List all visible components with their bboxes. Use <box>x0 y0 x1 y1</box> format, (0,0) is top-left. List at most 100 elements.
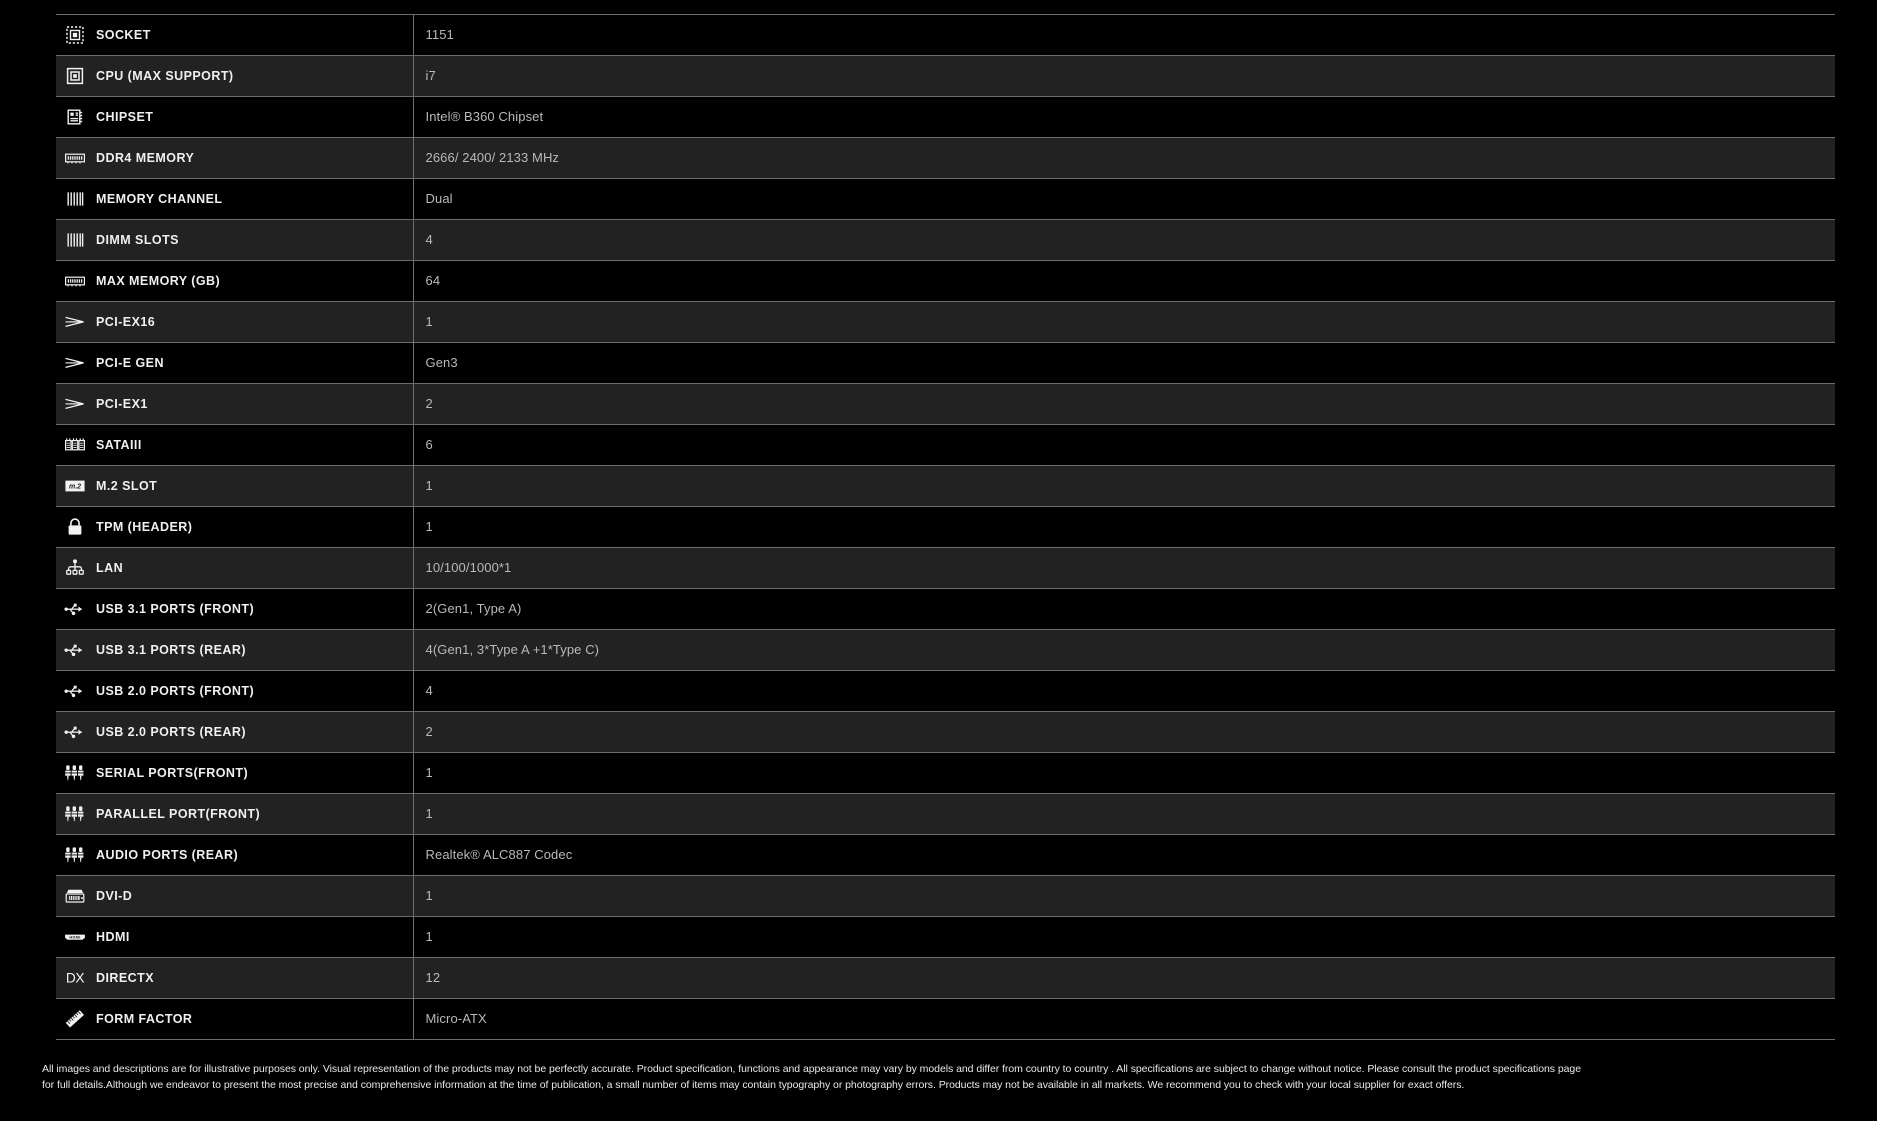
svg-text:DX: DX <box>66 971 84 986</box>
spec-label-group: PCI-E GEN <box>64 344 413 383</box>
spec-label-cell: PCI-E GEN <box>56 342 414 384</box>
table-row: PARALLEL PORT(FRONT) 1 <box>56 793 1835 835</box>
spec-label-group: DIMM SLOTS <box>64 221 413 260</box>
spec-value-cell: Gen3 <box>413 342 1835 384</box>
spec-label-group: SOCKET <box>64 16 413 55</box>
table-row: USB 2.0 PORTS (FRONT) 4 <box>56 670 1835 712</box>
spec-value-cell: Intel® B360 Chipset <box>413 96 1835 138</box>
spec-label: DDR4 MEMORY <box>96 151 195 165</box>
spec-label-cell: DDR4 MEMORY <box>56 137 414 179</box>
spec-label-group: MEMORY CHANNEL <box>64 180 413 219</box>
spec-label: PCI-EX16 <box>96 315 156 329</box>
table-row: USB 3.1 PORTS (REAR) 4(Gen1, 3*Type A +1*… <box>56 629 1835 671</box>
spec-value-cell: Realtek® ALC887 Codec <box>413 834 1835 876</box>
table-row: DX DIRECTX 12 <box>56 957 1835 999</box>
spec-value-cell: 10/100/1000*1 <box>413 547 1835 589</box>
cpu-socket-icon <box>64 24 86 46</box>
spec-value: i7 <box>425 68 436 83</box>
spec-value: 1151 <box>425 27 454 42</box>
spec-value-cell: 2 <box>413 711 1835 753</box>
lock-icon <box>64 516 86 538</box>
spec-value: 1 <box>425 806 433 821</box>
table-row: CHIPSET Intel® B360 Chipset <box>56 96 1835 138</box>
spec-label-cell: DX DIRECTX <box>56 957 414 999</box>
m2-slot-icon: m.2 <box>64 475 86 497</box>
spec-label-group: AUDIO PORTS (REAR) <box>64 836 413 875</box>
spec-label: LAN <box>96 561 124 575</box>
spec-label-cell: MAX MEMORY (GB) <box>56 260 414 302</box>
spec-label-cell: FORM FACTOR <box>56 998 414 1040</box>
table-row: SOCKET 1151 <box>56 14 1835 56</box>
spec-label-group: USB 3.1 PORTS (REAR) <box>64 631 413 670</box>
spec-label-cell: CHIPSET <box>56 96 414 138</box>
spec-value: 2666/ 2400/ 2133 MHz <box>425 150 560 165</box>
spec-label-cell: DIMM SLOTS <box>56 219 414 261</box>
spec-value-cell: 64 <box>413 260 1835 302</box>
specifications-table-body: SOCKET 1151 CPU (MAX SUPPORT) i7 CHIPSET In… <box>56 14 1835 1040</box>
spec-value: Realtek® ALC887 Codec <box>425 847 573 862</box>
spec-label-group: PCI-EX16 <box>64 303 413 342</box>
spec-value-cell: 1 <box>413 465 1835 507</box>
spec-label-group: SERIAL PORTS(FRONT) <box>64 754 413 793</box>
table-row: PCI-EX1 2 <box>56 383 1835 425</box>
svg-text:HDMI: HDMI <box>69 934 80 939</box>
spec-label-group: TPM (HEADER) <box>64 508 413 547</box>
spec-value: 1 <box>425 478 433 493</box>
spec-label: USB 3.1 PORTS (REAR) <box>96 643 246 657</box>
sata-connector-icon <box>64 434 86 456</box>
spec-label: FORM FACTOR <box>96 1012 193 1026</box>
spec-label-group: PCI-EX1 <box>64 385 413 424</box>
spec-value: 12 <box>425 970 441 985</box>
hdmi-port-icon: HDMI <box>64 926 86 948</box>
spec-label-cell: USB 2.0 PORTS (FRONT) <box>56 670 414 712</box>
spec-value: Micro-ATX <box>425 1011 487 1026</box>
spec-value: 4 <box>425 232 433 247</box>
spec-value: 4 <box>425 683 433 698</box>
pcie-arrow-icon <box>64 352 86 374</box>
spec-label: AUDIO PORTS (REAR) <box>96 848 239 862</box>
table-row: DVI-D 1 <box>56 875 1835 917</box>
spec-value-cell: i7 <box>413 55 1835 97</box>
table-row: PCI-E GEN Gen3 <box>56 342 1835 384</box>
usb-icon <box>64 680 86 702</box>
pcie-arrow-icon <box>64 311 86 333</box>
spec-value: 2 <box>425 396 433 411</box>
spec-value-cell: 1151 <box>413 14 1835 56</box>
spec-label: TPM (HEADER) <box>96 520 193 534</box>
spec-label-cell: HDMI HDMI <box>56 916 414 958</box>
spec-label-group: USB 3.1 PORTS (FRONT) <box>64 590 413 629</box>
spec-label-group: m.2 M.2 SLOT <box>64 467 413 506</box>
table-row: FORM FACTOR Micro-ATX <box>56 998 1835 1040</box>
spec-value-cell: Micro-ATX <box>413 998 1835 1040</box>
disclaimer-line-1: All images and descriptions are for illu… <box>42 1063 1582 1075</box>
spec-value-cell: Dual <box>413 178 1835 220</box>
spec-value: 1 <box>425 765 433 780</box>
memory-module-icon <box>64 270 86 292</box>
spec-label-cell: USB 3.1 PORTS (FRONT) <box>56 588 414 630</box>
table-row: m.2 M.2 SLOT 1 <box>56 465 1835 507</box>
spec-value-cell: 1 <box>413 506 1835 548</box>
disclaimer-footer: All images and descriptions are for illu… <box>42 1062 1837 1093</box>
table-row: DIMM SLOTS 4 <box>56 219 1835 261</box>
spec-label: MAX MEMORY (GB) <box>96 274 221 288</box>
spec-value: 6 <box>425 437 433 452</box>
spec-value: 1 <box>425 929 433 944</box>
spec-label: DIMM SLOTS <box>96 233 179 247</box>
spec-label-cell: LAN <box>56 547 414 589</box>
spec-label-cell: AUDIO PORTS (REAR) <box>56 834 414 876</box>
table-row: USB 3.1 PORTS (FRONT) 2(Gen1, Type A) <box>56 588 1835 630</box>
spec-label-cell: TPM (HEADER) <box>56 506 414 548</box>
spec-value: 1 <box>425 888 433 903</box>
svg-text:m.2: m.2 <box>69 484 81 491</box>
chipset-icon <box>64 106 86 128</box>
spec-label-group: SATAIII <box>64 426 413 465</box>
spec-label-cell: PCI-EX1 <box>56 383 414 425</box>
spec-label-cell: USB 2.0 PORTS (REAR) <box>56 711 414 753</box>
spec-value: 1 <box>425 519 433 534</box>
spec-value-cell: 2(Gen1, Type A) <box>413 588 1835 630</box>
spec-label: DVI-D <box>96 889 133 903</box>
usb-icon <box>64 598 86 620</box>
memory-module-icon <box>64 147 86 169</box>
spec-label-cell: SATAIII <box>56 424 414 466</box>
spec-label-cell: CPU (MAX SUPPORT) <box>56 55 414 97</box>
